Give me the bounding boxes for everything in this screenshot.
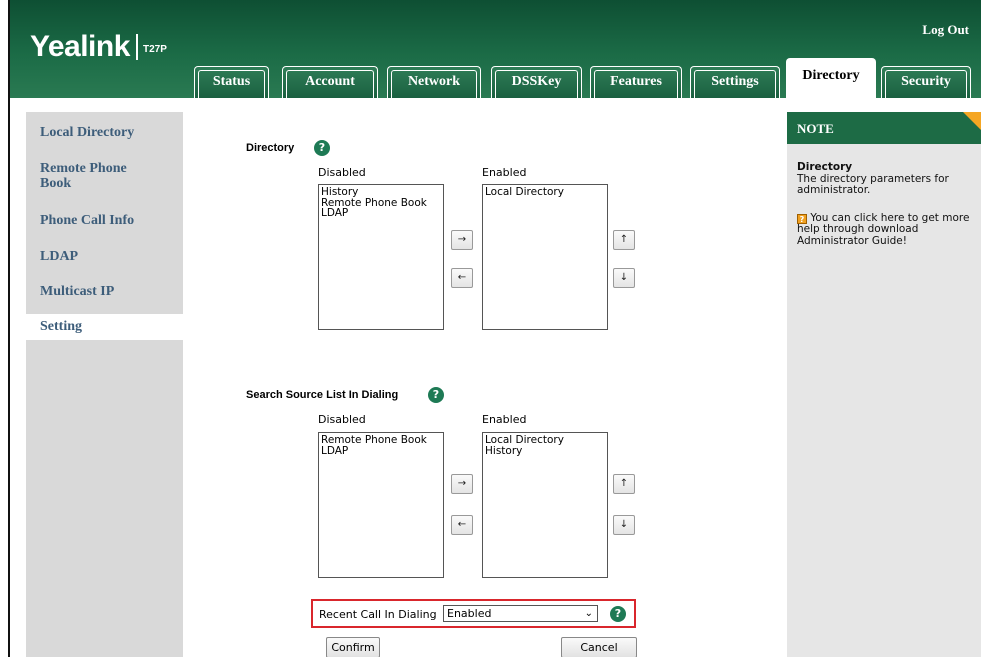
move-up-button[interactable]: ↑ [613,230,635,250]
tab-status[interactable]: Status [194,66,269,98]
sidebar-item-setting[interactable]: Setting [40,319,82,334]
tab-label: Directory [802,68,860,83]
recent-call-label: Recent Call In Dialing [319,608,437,621]
sidebar-item-local-directory[interactable]: Local Directory [40,125,134,140]
search-source-title: Search Source List In Dialing [246,389,399,401]
search-enabled-list[interactable]: Local Directory History [482,432,608,578]
confirm-button[interactable]: Confirm [326,637,380,657]
select-value: Enabled [447,607,492,620]
tab-dsskey[interactable]: DSSKey [491,66,582,98]
directory-enabled-label: Enabled [482,166,527,179]
directory-enabled-list[interactable]: Local Directory [482,184,608,330]
list-item[interactable]: History [321,187,441,198]
move-down-button[interactable]: ↓ [613,268,635,288]
help-icon[interactable]: ? [314,140,330,156]
tab-network[interactable]: Network [387,66,481,98]
move-left-button[interactable]: ← [451,268,473,288]
sidebar-item-ldap[interactable]: LDAP [40,249,78,264]
note-body: Directory The directory parameters for a… [797,161,975,247]
note-title: NOTE [797,121,834,136]
search-disabled-label: Disabled [318,413,366,426]
note-header: NOTE [787,112,981,144]
tab-settings[interactable]: Settings [690,66,780,98]
list-item[interactable]: LDAP [321,445,441,457]
sidebar: Local Directory Remote Phone Book Phone … [26,112,183,657]
tab-features[interactable]: Features [590,66,682,98]
tab-account[interactable]: Account [282,66,378,98]
list-item[interactable]: Remote Phone Book [321,435,441,446]
guide-icon[interactable]: ? [797,213,807,224]
move-left-button[interactable]: ← [451,515,473,535]
help-icon[interactable]: ? [428,387,444,403]
help-icon[interactable]: ? [610,606,626,622]
logout-link[interactable]: Log Out [922,22,969,38]
cancel-button[interactable]: Cancel [561,637,637,657]
list-item[interactable]: History [485,445,605,457]
search-enabled-label: Enabled [482,413,527,426]
sidebar-item-phone-call-info[interactable]: Phone Call Info [40,213,134,228]
tab-security[interactable]: Security [881,66,971,98]
list-item[interactable]: LDAP [321,208,441,219]
move-up-button[interactable]: ↑ [613,474,635,494]
sidebar-item-remote-phone-book[interactable]: Remote Phone Book [40,161,160,191]
yealink-logo: Yealink [30,30,130,63]
move-right-button[interactable]: → [451,474,473,494]
logo-separator [136,34,138,60]
note-help-link[interactable]: You can click here to get more help thro… [797,212,969,247]
directory-disabled-list[interactable]: History Remote Phone Book LDAP [318,184,444,330]
header-bar: Yealink T27P Log Out Status Account Netw… [10,0,981,98]
directory-title: Directory [246,142,295,154]
chevron-down-icon: ⌄ [584,608,593,619]
corner-flag-icon [963,112,981,130]
list-item[interactable]: Local Directory [485,435,605,446]
sidebar-item-multicast-ip[interactable]: Multicast IP [40,284,114,299]
note-text: The directory parameters for administrat… [797,172,949,196]
search-disabled-list[interactable]: Remote Phone Book LDAP [318,432,444,578]
move-right-button[interactable]: → [451,230,473,250]
directory-disabled-label: Disabled [318,166,366,179]
note-panel: NOTE Directory The directory parameters … [787,112,981,657]
model-label: T27P [143,44,167,55]
move-down-button[interactable]: ↓ [613,515,635,535]
tab-directory[interactable]: Directory [786,58,876,98]
recent-call-select[interactable]: Enabled ⌄ [443,605,598,622]
list-item[interactable]: Local Directory [485,187,605,198]
